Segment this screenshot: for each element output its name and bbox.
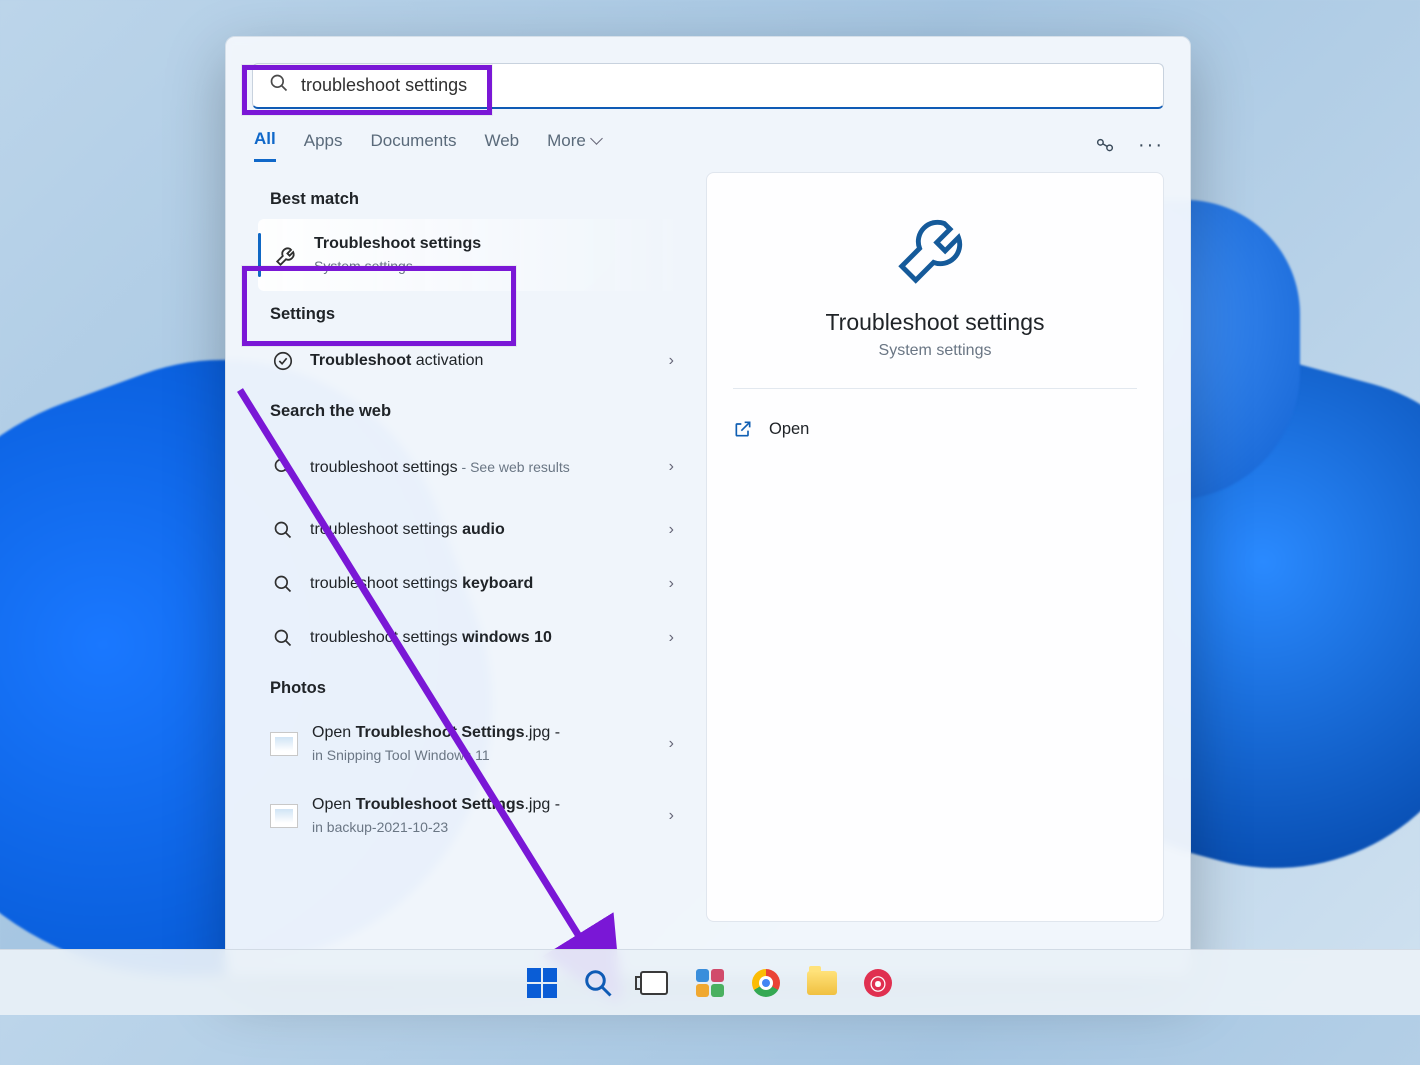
taskbar-search-button[interactable] <box>575 960 621 1006</box>
windows-logo-icon <box>527 968 557 998</box>
chevron-right-icon: › <box>669 575 674 593</box>
divider <box>733 388 1137 389</box>
chevron-right-icon: › <box>669 458 674 476</box>
share-icon[interactable] <box>1094 135 1116 157</box>
folder-icon <box>807 971 837 995</box>
file-explorer-app[interactable] <box>799 960 845 1006</box>
more-icon[interactable]: ··· <box>1140 135 1162 157</box>
pinned-app[interactable]: ⦿ <box>855 960 901 1006</box>
search-panel: All Apps Documents Web More ··· Best mat… <box>225 36 1191 976</box>
tab-apps[interactable]: Apps <box>304 129 343 162</box>
result-photo[interactable]: Open Troubleshoot Settings.jpg - in Snip… <box>258 708 686 780</box>
result-text: Open Troubleshoot Settings.jpg - in Snip… <box>312 722 655 766</box>
search-icon <box>270 625 296 651</box>
search-icon <box>270 571 296 597</box>
chevron-right-icon: › <box>669 807 674 825</box>
wrench-icon <box>893 205 977 289</box>
result-setting[interactable]: Troubleshoot activation › <box>258 334 686 388</box>
section-search-web: Search the web <box>270 402 686 421</box>
search-icon <box>270 454 296 480</box>
chevron-right-icon: › <box>669 521 674 539</box>
search-icon <box>270 517 296 543</box>
result-text: troubleshoot settings keyboard <box>310 573 655 595</box>
result-web[interactable]: troubleshoot settings windows 10 › <box>258 611 686 665</box>
result-web[interactable]: troubleshoot settings keyboard › <box>258 557 686 611</box>
open-label: Open <box>769 420 809 439</box>
chevron-right-icon: › <box>669 352 674 370</box>
preview-card: Troubleshoot settings System settings Op… <box>706 172 1164 922</box>
open-external-icon <box>733 419 753 439</box>
section-best-match: Best match <box>270 190 686 209</box>
result-web[interactable]: troubleshoot settings - See web results … <box>258 431 686 503</box>
image-thumbnail-icon <box>270 804 298 828</box>
result-text: troubleshoot settings windows 10 <box>310 627 655 649</box>
chevron-down-icon <box>590 131 601 151</box>
result-photo[interactable]: Open Troubleshoot Settings.jpg - in back… <box>258 780 686 852</box>
tab-all[interactable]: All <box>254 129 276 162</box>
task-view-icon <box>640 971 668 995</box>
preview-title: Troubleshoot settings <box>825 309 1044 336</box>
wrench-icon <box>274 242 300 268</box>
results-list: Best match Troubleshoot settings System … <box>246 162 686 955</box>
app-icon: ⦿ <box>864 969 892 997</box>
check-circle-icon <box>270 348 296 374</box>
chevron-right-icon: › <box>669 629 674 647</box>
task-view-button[interactable] <box>631 960 677 1006</box>
tab-web[interactable]: Web <box>484 129 519 162</box>
best-match-sub: System settings <box>314 255 674 277</box>
widgets-button[interactable] <box>687 960 733 1006</box>
result-text: Open Troubleshoot Settings.jpg - in back… <box>312 794 655 838</box>
result-best-match[interactable]: Troubleshoot settings System settings <box>258 219 686 291</box>
taskbar: ⦿ <box>0 949 1420 1015</box>
chrome-app[interactable] <box>743 960 789 1006</box>
result-web[interactable]: troubleshoot settings audio › <box>258 503 686 557</box>
search-icon <box>583 968 613 998</box>
start-button[interactable] <box>519 960 565 1006</box>
result-text: troubleshoot settings - See web results <box>310 456 655 479</box>
best-match-title: Troubleshoot settings <box>314 233 674 255</box>
search-icon <box>269 73 289 98</box>
open-action[interactable]: Open <box>733 413 1137 445</box>
section-photos: Photos <box>270 679 686 698</box>
section-settings: Settings <box>270 305 686 324</box>
filter-tabs: All Apps Documents Web More <box>254 129 601 162</box>
preview-subtitle: System settings <box>879 342 992 360</box>
chevron-right-icon: › <box>669 735 674 753</box>
tab-more[interactable]: More <box>547 129 601 162</box>
chrome-icon <box>752 969 780 997</box>
result-text: Troubleshoot activation <box>310 350 655 372</box>
search-box[interactable] <box>252 63 1164 109</box>
tab-documents[interactable]: Documents <box>370 129 456 162</box>
image-thumbnail-icon <box>270 732 298 756</box>
result-text: troubleshoot settings audio <box>310 519 655 541</box>
search-input[interactable] <box>301 75 1147 96</box>
widgets-icon <box>696 969 724 997</box>
